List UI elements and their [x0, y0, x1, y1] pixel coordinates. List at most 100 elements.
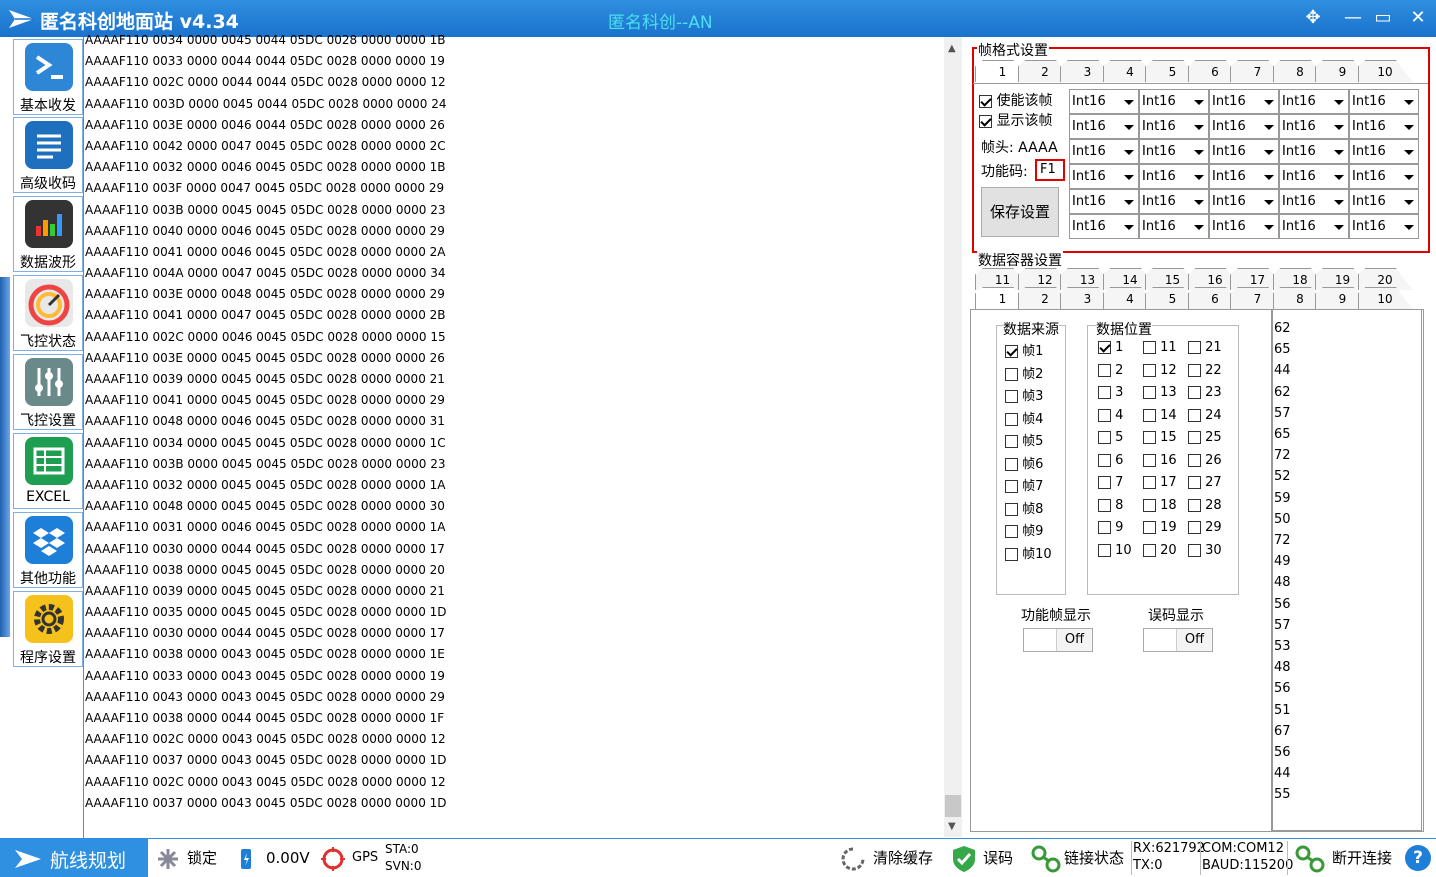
sidebar-item-flight-settings[interactable]: 飞控设置 — [13, 354, 83, 430]
type-select[interactable]: Int16 — [1279, 89, 1349, 114]
position-checkbox-row[interactable]: 4 — [1098, 408, 1123, 423]
enable-frame-row[interactable]: 使能该帧 — [979, 90, 1052, 110]
type-select[interactable]: Int16 — [1069, 139, 1139, 164]
position-checkbox-row[interactable]: 24 — [1188, 408, 1222, 423]
source-checkbox[interactable] — [1005, 435, 1018, 448]
tab-10[interactable]: 10 — [1357, 287, 1413, 309]
position-checkbox[interactable] — [1143, 453, 1156, 467]
type-select[interactable]: Int16 — [1069, 114, 1139, 139]
position-checkbox-row[interactable]: 21 — [1188, 340, 1222, 355]
position-checkbox[interactable] — [1188, 341, 1201, 354]
route-planning-button[interactable]: 航线规划 — [0, 839, 148, 877]
sidebar-item-program-settings[interactable]: 程序设置 — [13, 591, 83, 667]
position-checkbox[interactable] — [1098, 453, 1111, 467]
position-checkbox[interactable] — [1188, 431, 1201, 444]
source-checkbox[interactable] — [1005, 525, 1018, 538]
position-checkbox-row[interactable]: 17 — [1143, 475, 1177, 490]
type-select[interactable]: Int16 — [1279, 139, 1349, 164]
position-checkbox-row[interactable]: 19 — [1143, 520, 1177, 535]
position-checkbox-row[interactable]: 8 — [1098, 498, 1123, 513]
sidebar-item-excel[interactable]: EXCEL — [13, 433, 83, 509]
position-checkbox[interactable] — [1098, 521, 1111, 534]
show-frame-row[interactable]: 显示该帧 — [979, 110, 1052, 130]
position-checkbox[interactable] — [1143, 543, 1156, 557]
type-select[interactable]: Int16 — [1069, 189, 1139, 214]
position-checkbox[interactable] — [1143, 341, 1156, 354]
position-checkbox[interactable] — [1188, 408, 1201, 422]
position-checkbox-row[interactable]: 11 — [1143, 340, 1177, 355]
position-checkbox[interactable] — [1143, 476, 1156, 489]
position-checkbox[interactable] — [1188, 521, 1201, 534]
position-checkbox-row[interactable]: 18 — [1143, 498, 1177, 513]
position-checkbox[interactable] — [1098, 476, 1111, 489]
type-select[interactable]: Int16 — [1279, 114, 1349, 139]
source-checkbox[interactable] — [1005, 457, 1018, 471]
position-checkbox-row[interactable]: 7 — [1098, 475, 1123, 490]
source-checkbox-row[interactable]: 帧6 — [1005, 453, 1043, 472]
position-checkbox[interactable] — [1098, 498, 1111, 512]
error-display-toggle[interactable]: Off — [1143, 628, 1213, 652]
position-checkbox-row[interactable]: 20 — [1143, 543, 1177, 558]
type-select[interactable]: Int16 — [1349, 89, 1419, 114]
type-select[interactable]: Int16 — [1139, 164, 1209, 189]
type-select[interactable]: Int16 — [1209, 164, 1279, 189]
position-checkbox[interactable] — [1188, 363, 1201, 377]
lock-label[interactable]: 锁定 — [187, 839, 217, 877]
source-checkbox[interactable] — [1005, 412, 1018, 426]
sidebar-item-basic-send[interactable]: 基本收发 — [13, 39, 83, 115]
type-select[interactable]: Int16 — [1279, 189, 1349, 214]
type-select[interactable]: Int16 — [1139, 214, 1209, 239]
source-checkbox-row[interactable]: 帧5 — [1005, 430, 1043, 449]
position-checkbox-row[interactable]: 22 — [1188, 363, 1222, 378]
source-checkbox-row[interactable]: 帧9 — [1005, 520, 1043, 539]
position-checkbox[interactable] — [1188, 498, 1201, 512]
source-checkbox[interactable] — [1005, 502, 1018, 516]
position-checkbox[interactable] — [1143, 363, 1156, 377]
position-checkbox-row[interactable]: 26 — [1188, 453, 1222, 468]
type-select[interactable]: Int16 — [1349, 214, 1419, 239]
position-checkbox[interactable] — [1098, 386, 1111, 399]
close-button[interactable]: ✕ — [1405, 6, 1431, 30]
type-select[interactable]: Int16 — [1069, 89, 1139, 114]
position-checkbox-row[interactable]: 29 — [1188, 520, 1222, 535]
position-checkbox[interactable] — [1098, 431, 1111, 444]
source-checkbox-row[interactable]: 帧8 — [1005, 498, 1043, 517]
position-checkbox-row[interactable]: 23 — [1188, 385, 1222, 400]
help-icon[interactable]: ? — [1405, 845, 1431, 871]
position-checkbox[interactable] — [1098, 408, 1111, 422]
position-checkbox[interactable] — [1188, 476, 1201, 489]
position-checkbox-row[interactable]: 1 — [1098, 340, 1123, 355]
type-select[interactable]: Int16 — [1209, 89, 1279, 114]
position-checkbox-row[interactable]: 28 — [1188, 498, 1222, 513]
position-checkbox-row[interactable]: 15 — [1143, 430, 1177, 445]
maximize-button[interactable]: ▭ — [1370, 6, 1396, 30]
position-checkbox[interactable] — [1188, 453, 1201, 467]
error-code-label[interactable]: 误码 — [983, 839, 1013, 877]
position-checkbox-row[interactable]: 6 — [1098, 453, 1123, 468]
move-window-icon[interactable]: ✥ — [1300, 6, 1326, 30]
show-frame-checkbox[interactable] — [979, 114, 992, 128]
type-select[interactable]: Int16 — [1069, 164, 1139, 189]
position-checkbox-row[interactable]: 3 — [1098, 385, 1123, 400]
position-checkbox-row[interactable]: 27 — [1188, 475, 1222, 490]
save-settings-button[interactable]: 保存设置 — [981, 187, 1059, 237]
type-select[interactable]: Int16 — [1209, 189, 1279, 214]
type-select[interactable]: Int16 — [1209, 114, 1279, 139]
clear-cache-button[interactable]: 清除缓存 — [873, 839, 933, 877]
receive-log[interactable]: AAAAF110 0034 0000 0045 0044 05DC 0028 0… — [84, 30, 944, 836]
type-select[interactable]: Int16 — [1069, 214, 1139, 239]
type-select[interactable]: Int16 — [1279, 214, 1349, 239]
source-checkbox-row[interactable]: 帧7 — [1005, 475, 1043, 494]
position-checkbox[interactable] — [1143, 386, 1156, 399]
position-checkbox-row[interactable]: 25 — [1188, 430, 1222, 445]
position-checkbox-row[interactable]: 16 — [1143, 453, 1177, 468]
position-checkbox-row[interactable]: 10 — [1098, 543, 1132, 558]
position-checkbox-row[interactable]: 2 — [1098, 363, 1123, 378]
log-scrollbar[interactable]: ▲ ▼ — [944, 37, 962, 837]
source-checkbox[interactable] — [1005, 547, 1018, 561]
position-checkbox-row[interactable]: 30 — [1188, 543, 1222, 558]
position-checkbox[interactable] — [1143, 498, 1156, 512]
type-select[interactable]: Int16 — [1349, 114, 1419, 139]
source-checkbox[interactable] — [1005, 345, 1018, 358]
type-select[interactable]: Int16 — [1349, 164, 1419, 189]
